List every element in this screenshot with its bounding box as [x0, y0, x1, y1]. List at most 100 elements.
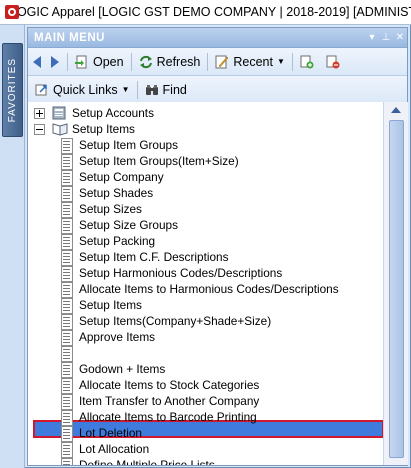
tree-item[interactable]: Setup Item C.F. Descriptions	[60, 249, 229, 266]
tree-item[interactable]: Setup Item Groups(Item+Size)	[60, 153, 239, 170]
tree-item[interactable]: Allocate Items to Barcode Printing	[60, 409, 257, 426]
tree-node-setup-accounts[interactable]: Setup Accounts	[34, 105, 154, 121]
tree-item[interactable]: Setup Items	[60, 297, 142, 314]
secondary-toolbar: Quick Links ▼ Find	[28, 76, 407, 104]
recent-doc-icon	[215, 55, 229, 68]
document-icon	[60, 441, 73, 458]
expand-icon[interactable]	[34, 107, 45, 119]
toolbar-separator	[207, 52, 209, 71]
document-icon	[60, 393, 73, 410]
tree-item[interactable]: Item Transfer to Another Company	[60, 393, 260, 410]
tree-item-label: Godown + Items	[79, 362, 166, 376]
document-icon	[60, 345, 73, 362]
document-icon	[60, 265, 73, 282]
tree-item[interactable]: Setup Size Groups	[60, 217, 179, 234]
document-icon	[60, 217, 73, 234]
back-arrow-icon[interactable]	[33, 55, 41, 68]
tree-item-label: Item Transfer to Another Company	[79, 394, 260, 408]
quick-links-button[interactable]: Quick Links ▼	[31, 79, 134, 101]
document-icon	[60, 377, 73, 394]
binoculars-icon	[145, 84, 158, 95]
tree-item[interactable]: Setup Item Groups	[60, 137, 178, 154]
tree-item[interactable]: Approve Items	[60, 329, 156, 346]
tree-item-label: Setup Company	[79, 170, 164, 184]
tree-item[interactable]: Allocate Items to Stock Categories	[60, 377, 259, 394]
open-button[interactable]: Open	[71, 51, 128, 73]
document-icon	[60, 137, 73, 154]
recent-button-label: Recent	[233, 54, 273, 69]
tree-node-label: Setup Accounts	[72, 106, 154, 120]
tree-item-label: Setup Harmonious Codes/Descriptions	[79, 266, 283, 280]
tree-item-label: Setup Items	[79, 298, 142, 312]
toolbar-separator	[67, 52, 68, 71]
forward-arrow-icon[interactable]	[51, 55, 59, 68]
tree-item-label: Setup Items(Company+Shade+Size)	[79, 314, 272, 328]
tree-item-label: Setup Packing	[79, 234, 156, 248]
document-icon	[60, 249, 73, 266]
tree-item[interactable]: Setup Harmonious Codes/Descriptions	[60, 265, 283, 282]
find-button-label: Find	[162, 82, 187, 97]
refresh-button-label: Refresh	[156, 54, 201, 69]
favorites-tab-label: FAVORITES	[7, 57, 18, 123]
tree-item-selected[interactable]: Setup Godowns	[60, 345, 163, 362]
document-icon	[60, 185, 73, 202]
tree-item[interactable]: Setup Packing	[60, 233, 156, 250]
scroll-up-icon[interactable]	[391, 107, 401, 113]
document-icon	[60, 281, 73, 298]
tree-item[interactable]: Lot Allocation	[60, 441, 150, 458]
tree-item-label: Allocate Items to Barcode Printing	[79, 410, 257, 424]
recent-button[interactable]: Recent ▼	[211, 51, 289, 73]
toolbar-separator	[136, 80, 138, 99]
document-icon	[60, 457, 73, 465]
tree-item-label: Setup Item C.F. Descriptions	[79, 250, 229, 264]
document-icon	[60, 313, 73, 330]
tree-item[interactable]: Setup Sizes	[60, 201, 142, 218]
favorites-tab[interactable]: FAVORITES	[2, 43, 23, 137]
main-menu-panel: MAIN MENU ▾ ⊥ ✕ Open Refresh Recent ▼ Qu…	[27, 27, 408, 466]
quick-links-label: Quick Links	[53, 82, 118, 97]
main-menu-header: MAIN MENU ▾ ⊥ ✕	[28, 28, 407, 48]
toolbar-separator	[291, 52, 293, 71]
tree-node-label: Setup Items	[72, 122, 135, 136]
panel-dropdown-icon[interactable]: ▾	[365, 32, 379, 43]
tree-item[interactable]: Setup Shades	[60, 185, 153, 202]
open-book-icon	[52, 123, 68, 136]
tree-item-label: Lot Allocation	[79, 442, 150, 456]
panel-pin-icon[interactable]: ⊥	[379, 32, 393, 43]
tree-item-label: Setup Sizes	[79, 202, 142, 216]
open-button-label: Open	[93, 54, 124, 69]
quick-links-icon	[35, 84, 47, 95]
tree-item-label: Setup Godowns	[79, 346, 163, 360]
tree-item-label: Define Multiple Price Lists	[79, 458, 215, 465]
find-button[interactable]: Find	[141, 79, 191, 101]
document-icon	[60, 329, 73, 346]
add-favorite-button[interactable]	[296, 51, 322, 73]
favorites-strip: FAVORITES	[0, 25, 25, 468]
tree-node-setup-items[interactable]: Setup Items	[34, 121, 135, 137]
tree-item[interactable]: Godown + Items	[60, 361, 166, 378]
main-toolbar: Open Refresh Recent ▼	[28, 48, 407, 76]
module-icon	[52, 106, 66, 120]
tree-item[interactable]: Define Multiple Price Lists	[60, 457, 215, 465]
collapse-icon[interactable]	[34, 123, 45, 135]
scroll-thumb[interactable]	[389, 120, 404, 458]
tree-item[interactable]: Setup Company	[60, 169, 164, 186]
window-title: LOGIC Apparel [LOGIC GST DEMO COMPANY | …	[10, 5, 411, 19]
document-icon	[60, 425, 73, 442]
tree-item[interactable]: Allocate Items to Harmonious Codes/Descr…	[60, 281, 339, 298]
recent-dropdown-icon[interactable]: ▼	[277, 57, 285, 66]
document-icon	[60, 233, 73, 250]
tree-item-label: Approve Items	[79, 330, 156, 344]
refresh-button[interactable]: Refresh	[135, 51, 205, 73]
tree-item[interactable]: Lot Deletion	[60, 425, 142, 442]
panel-close-icon[interactable]: ✕	[393, 32, 407, 43]
document-icon	[60, 201, 73, 218]
open-doc-icon	[75, 55, 87, 68]
tree-item-label: Lot Deletion	[79, 426, 142, 440]
main-menu-title: MAIN MENU	[34, 31, 105, 44]
quick-links-dropdown-icon[interactable]: ▼	[122, 85, 130, 94]
remove-favorite-button[interactable]	[322, 51, 348, 73]
tree-item[interactable]: Setup Items(Company+Shade+Size)	[60, 313, 272, 330]
vertical-scrollbar[interactable]	[383, 102, 408, 465]
tree-item-label: Setup Size Groups	[79, 218, 179, 232]
